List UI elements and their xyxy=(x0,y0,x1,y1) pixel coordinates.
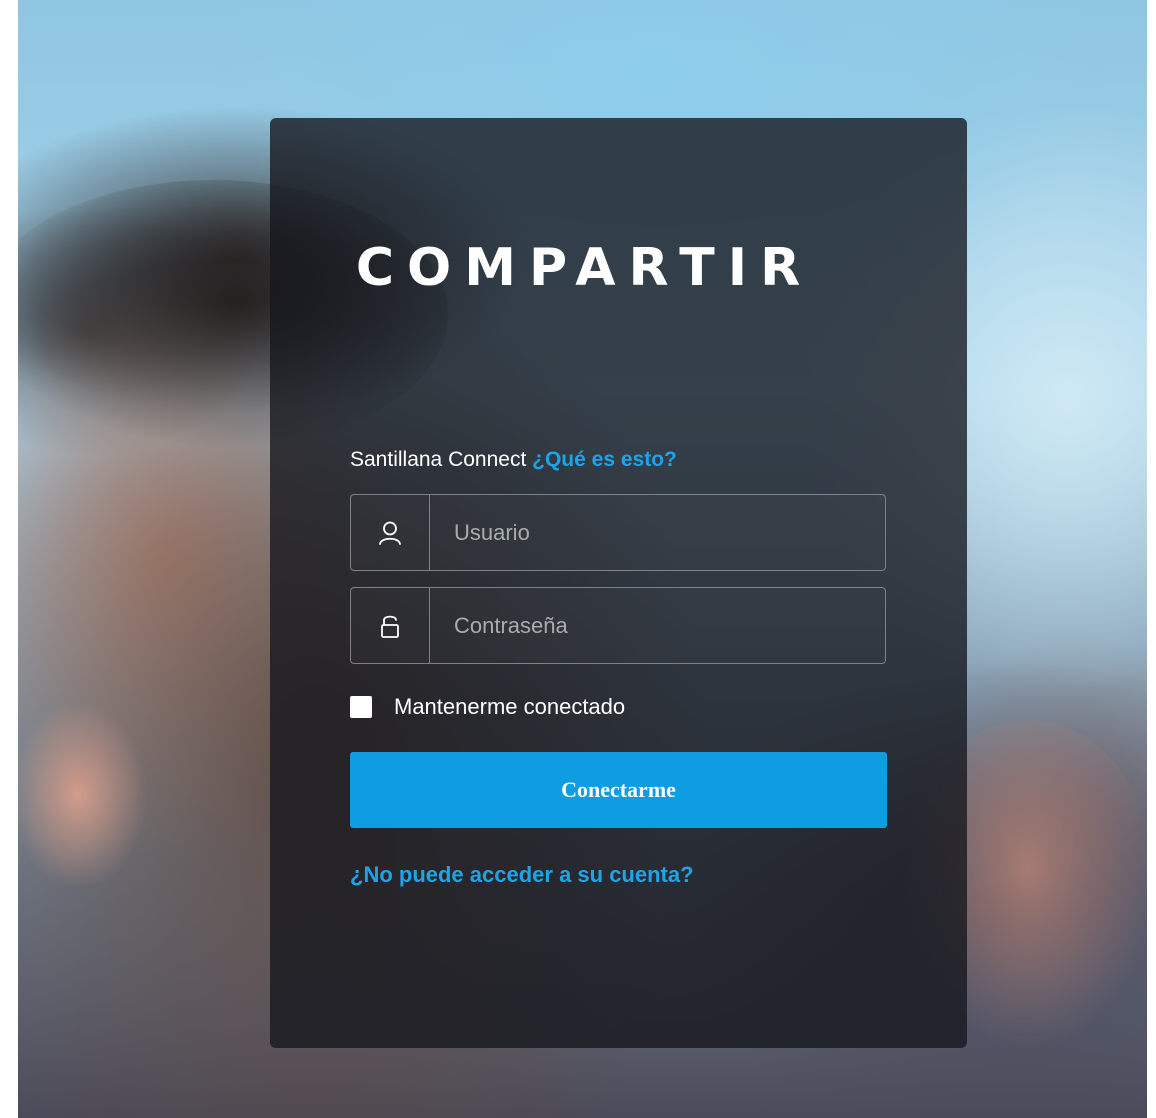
remember-me-label: Mantenerme conectado xyxy=(394,694,626,719)
username-input[interactable] xyxy=(430,495,885,570)
forgot-account-link[interactable]: ¿No puede acceder a su cuenta? xyxy=(350,862,694,888)
password-field xyxy=(350,587,886,664)
login-page: COMPARTIR Santillana Connect ¿Qué es est… xyxy=(0,0,1156,1118)
username-field xyxy=(350,494,886,571)
password-icon-cell xyxy=(351,588,430,663)
remember-me-checkbox[interactable] xyxy=(350,696,372,718)
what-is-this-link[interactable]: ¿Qué es esto? xyxy=(532,448,677,471)
password-input[interactable] xyxy=(430,588,885,663)
lock-icon xyxy=(381,615,399,638)
username-icon-cell xyxy=(351,495,430,570)
background-ear-shape xyxy=(18,700,148,890)
user-icon xyxy=(379,521,401,545)
connect-button[interactable]: Conectarme xyxy=(350,752,887,828)
compartir-logo: COMPARTIR xyxy=(355,238,814,298)
remember-me[interactable]: Mantenerme conectado xyxy=(350,694,625,720)
santillana-connect-row: Santillana Connect ¿Qué es esto? xyxy=(350,448,677,472)
santillana-connect-label: Santillana Connect xyxy=(350,448,527,471)
